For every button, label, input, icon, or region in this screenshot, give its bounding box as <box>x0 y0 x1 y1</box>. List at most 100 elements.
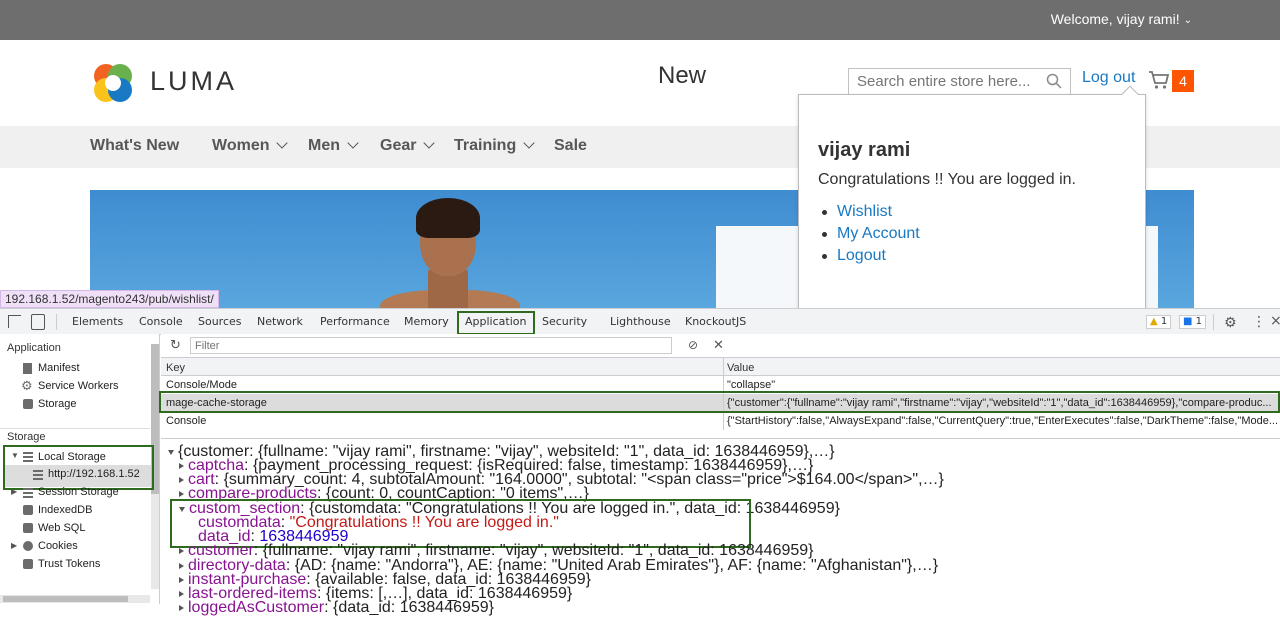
tab-elements[interactable]: Elements <box>72 315 123 328</box>
wishlist-link[interactable]: Wishlist <box>821 203 892 221</box>
luma-logo-icon[interactable] <box>90 60 136 106</box>
tab-console[interactable]: Console <box>139 315 183 328</box>
hero-model-hair <box>416 198 480 238</box>
expand-triangle-icon[interactable] <box>179 605 184 611</box>
table-icon <box>23 488 33 498</box>
logout-dropdown-link[interactable]: Logout <box>822 247 886 265</box>
more-options-icon[interactable]: ⋮ <box>1252 314 1266 330</box>
tree-key: loggedAsCustomer <box>188 599 325 616</box>
expand-triangle-icon[interactable] <box>179 463 184 469</box>
expand-triangle-icon[interactable] <box>179 491 184 497</box>
nav-item-sale[interactable]: Sale <box>554 137 587 155</box>
sidebar-item-web-sql[interactable]: Web SQL <box>38 522 86 534</box>
tab-lighthouse[interactable]: Lighthouse <box>610 315 671 328</box>
warning-icon: ▲ <box>1150 316 1158 327</box>
close-icon[interactable]: × <box>1270 313 1280 329</box>
column-value-header[interactable]: Value <box>727 362 754 374</box>
search-input[interactable] <box>848 68 1071 95</box>
customer-name: vijay rami <box>818 139 911 161</box>
tab-network[interactable]: Network <box>257 315 303 328</box>
highlight-box-custom-section <box>170 499 751 548</box>
welcome-text: Welcome, vijay rami! <box>1050 11 1180 27</box>
login-message: Congratulations !! You are logged in. <box>818 171 1076 188</box>
expand-triangle-icon[interactable]: ▶ <box>11 541 17 550</box>
nav-label: What's New <box>90 137 180 154</box>
refresh-icon[interactable]: ↻ <box>170 337 181 353</box>
device-toolbar-icon[interactable] <box>31 314 45 330</box>
sidebar-item-indexeddb[interactable]: IndexedDB <box>38 504 92 516</box>
messages-count: 1 <box>1195 316 1203 327</box>
chevron-down-icon <box>523 137 535 149</box>
nav-item-gear[interactable]: Gear <box>380 137 436 155</box>
top-header-bar: Welcome, vijay rami! ⌄ <box>0 0 1280 40</box>
nav-item-whats-new[interactable]: What's New <box>90 137 179 155</box>
nav-label: Men <box>308 137 340 154</box>
nav-item-men[interactable]: Men <box>308 137 359 155</box>
tab-memory[interactable]: Memory <box>404 315 449 328</box>
expand-triangle-icon[interactable] <box>179 477 184 483</box>
expand-triangle-icon[interactable] <box>179 548 184 554</box>
divider <box>0 428 150 429</box>
logout-link[interactable]: Log out <box>1082 69 1135 87</box>
expand-triangle-icon[interactable] <box>179 591 184 597</box>
warnings-badge[interactable]: ▲ 1 <box>1146 315 1172 329</box>
welcome-menu[interactable]: Welcome, vijay rami! ⌄ <box>1051 11 1192 27</box>
nav-label: Gear <box>380 137 417 154</box>
sidebar-item-service-workers[interactable]: Service Workers <box>38 380 118 392</box>
manifest-icon <box>23 363 32 374</box>
cart-count-badge[interactable]: 4 <box>1172 70 1194 92</box>
cookie-icon <box>23 541 33 551</box>
nav-label: Training <box>454 137 517 154</box>
database-icon <box>23 505 33 515</box>
inspect-element-icon[interactable] <box>8 315 21 328</box>
tab-performance[interactable]: Performance <box>320 315 390 328</box>
chevron-down-icon <box>423 137 436 149</box>
expand-triangle-icon[interactable] <box>168 450 174 455</box>
sidebar-item-manifest[interactable]: Manifest <box>38 362 80 374</box>
tree-node[interactable]: loggedAsCustomer: {data_id: 1638446959} <box>179 599 494 617</box>
cart-icon[interactable] <box>1148 70 1170 90</box>
my-account-link[interactable]: My Account <box>822 225 920 243</box>
expand-triangle-icon[interactable]: ▶ <box>11 487 17 496</box>
delete-selected-icon[interactable]: ✕ <box>713 337 724 353</box>
row-value: "collapse" <box>727 379 776 391</box>
storage-section-header: Storage <box>7 431 46 443</box>
nav-item-women[interactable]: Women <box>212 137 289 155</box>
divider <box>56 314 57 330</box>
storage-icon <box>23 399 33 409</box>
sidebar-item-storage[interactable]: Storage <box>38 398 77 410</box>
tab-knockoutjs[interactable]: KnockoutJS <box>685 315 746 328</box>
sidebar-item-session-storage[interactable]: Session Storage <box>38 486 119 498</box>
highlight-box-local-storage <box>3 445 154 490</box>
nav-label: Women <box>212 137 270 154</box>
gear-icon[interactable]: ⚙ <box>1224 315 1237 331</box>
tab-security[interactable]: Security <box>542 315 587 328</box>
storage-table-header: Key Value <box>161 358 1280 376</box>
sidebar-item-trust-tokens[interactable]: Trust Tokens <box>38 558 100 570</box>
messages-badge[interactable]: ■ 1 <box>1179 315 1207 329</box>
logo-text[interactable]: LUMA <box>150 66 237 97</box>
divider <box>1213 314 1214 330</box>
database-icon <box>23 523 33 533</box>
highlight-box-mage-cache-storage <box>159 391 1280 413</box>
warnings-count: 1 <box>1160 316 1168 327</box>
nav-item-training[interactable]: Training <box>454 137 535 155</box>
search-icon[interactable] <box>1046 73 1062 89</box>
sidebar-hscrollbar-thumb[interactable] <box>3 596 128 602</box>
filter-input[interactable] <box>190 337 672 354</box>
expand-triangle-icon[interactable] <box>179 577 184 583</box>
chevron-down-icon <box>347 137 359 149</box>
status-url-tooltip: 192.168.1.52/magento243/pub/wishlist/ <box>0 290 219 308</box>
tree-value: {data_id: 1638446959} <box>332 599 495 616</box>
nav-label: Sale <box>554 137 587 154</box>
expand-triangle-icon[interactable] <box>179 563 184 569</box>
column-key-header[interactable]: Key <box>166 362 185 374</box>
clear-all-icon[interactable]: ⊘ <box>688 338 698 352</box>
sidebar-item-cookies[interactable]: Cookies <box>38 540 78 552</box>
devtools-tabbar: Elements Console Sources Network Perform… <box>0 309 1280 335</box>
table-row[interactable]: Console {"StartHistory":false,"AlwaysExp… <box>161 412 1280 430</box>
tab-sources[interactable]: Sources <box>198 315 242 328</box>
gear-icon: ⚙ <box>21 378 33 393</box>
row-value: {"StartHistory":false,"AlwaysExpand":fal… <box>727 415 1277 427</box>
database-icon <box>23 559 33 569</box>
